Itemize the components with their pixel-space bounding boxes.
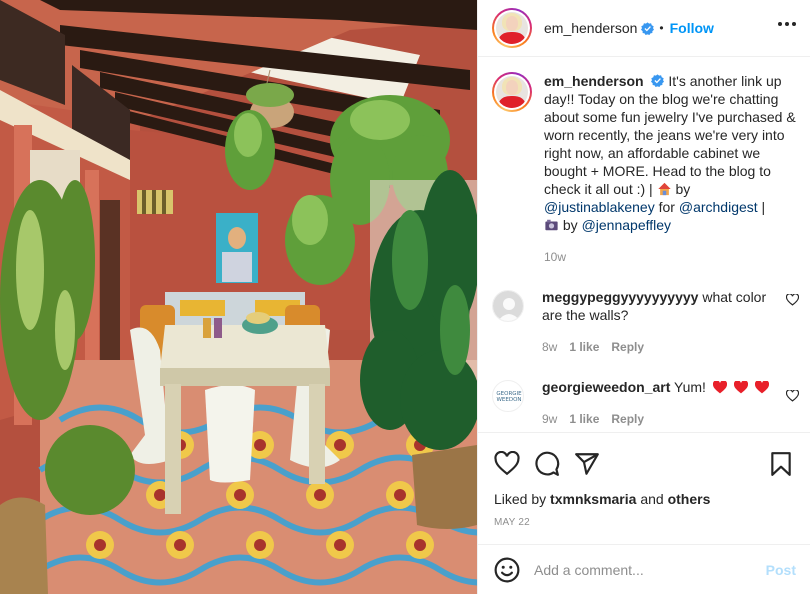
- liked-by-text: Liked by txmnksmaria and others: [494, 491, 711, 507]
- caption-text: em_henderson It's another link up day!! …: [544, 73, 796, 233]
- comment-avatar-georgieweedon[interactable]: GEORGIE WEEDON: [492, 380, 524, 412]
- save-icon[interactable]: [768, 451, 794, 477]
- comment-age: 8w: [542, 340, 558, 354]
- comment-like-heart-icon[interactable]: [786, 390, 799, 402]
- house-emoji-icon: [657, 182, 671, 196]
- comment-like-heart-icon[interactable]: [786, 294, 799, 306]
- liked-by-user-link[interactable]: txmnksmaria: [550, 491, 636, 507]
- red-heart-emoji-icon: [712, 381, 727, 394]
- post-image[interactable]: [0, 0, 477, 594]
- reply-button[interactable]: Reply: [611, 410, 644, 428]
- comment-text: Yum!: [674, 379, 706, 395]
- comment-likes[interactable]: 1 like: [569, 338, 599, 356]
- more-options-icon[interactable]: [778, 22, 796, 26]
- post-side-panel: em_henderson • Follow em_henderson It's …: [477, 0, 810, 594]
- separator-dot: •: [659, 21, 664, 35]
- comment-avatar-default[interactable]: [492, 290, 524, 322]
- share-icon[interactable]: [574, 451, 600, 477]
- post-comment-button[interactable]: Post: [766, 562, 796, 578]
- mention-jennapeffley[interactable]: @jennapeffley: [582, 217, 671, 233]
- red-heart-emoji-icon: [733, 381, 748, 394]
- verified-badge-icon: [641, 21, 655, 35]
- liked-by-others-link[interactable]: others: [668, 491, 711, 507]
- mention-archdigest[interactable]: @archdigest: [679, 199, 758, 215]
- svg-text:WEEDON: WEEDON: [496, 397, 521, 403]
- caption-age: 10w: [544, 250, 567, 264]
- author-username[interactable]: em_henderson: [544, 20, 637, 36]
- comment-item: meggypeggyyyyyyyyyy what color are the w…: [478, 288, 810, 356]
- post-caption: em_henderson It's another link up day!! …: [478, 58, 810, 266]
- comment-username[interactable]: meggypeggyyyyyyyyyy: [542, 289, 698, 305]
- caption-username[interactable]: em_henderson: [544, 73, 644, 89]
- comment-item: GEORGIE WEEDON georgieweedon_art Yum! 9w: [478, 378, 810, 428]
- post-actions: Liked by txmnksmaria and others MAY 22: [478, 432, 810, 544]
- comment-icon[interactable]: [534, 451, 560, 477]
- mention-justinablakeney[interactable]: @justinablakeney: [544, 199, 655, 215]
- post-photo-illustration: [0, 0, 477, 594]
- comment-likes[interactable]: 1 like: [569, 410, 599, 428]
- comments-scroll-area[interactable]: em_henderson It's another link up day!! …: [478, 58, 810, 432]
- red-heart-emoji-icon: [754, 381, 769, 394]
- add-comment-input[interactable]: [534, 561, 766, 578]
- caption-avatar[interactable]: [492, 72, 532, 112]
- like-icon[interactable]: [494, 451, 520, 477]
- verified-badge-icon: [651, 74, 665, 87]
- author-avatar[interactable]: [492, 8, 532, 48]
- add-comment-bar: Post: [478, 544, 810, 594]
- reply-button[interactable]: Reply: [611, 338, 644, 356]
- post-date[interactable]: MAY 22: [478, 507, 810, 528]
- comment-age: 9w: [542, 412, 558, 426]
- follow-button[interactable]: Follow: [670, 20, 714, 36]
- comment-username[interactable]: georgieweedon_art: [542, 379, 670, 395]
- post-header: em_henderson • Follow: [478, 0, 810, 57]
- emoji-picker-icon[interactable]: [494, 557, 520, 583]
- instagram-post-dialog: em_henderson • Follow em_henderson It's …: [0, 0, 810, 594]
- camera-emoji-icon: [545, 219, 558, 231]
